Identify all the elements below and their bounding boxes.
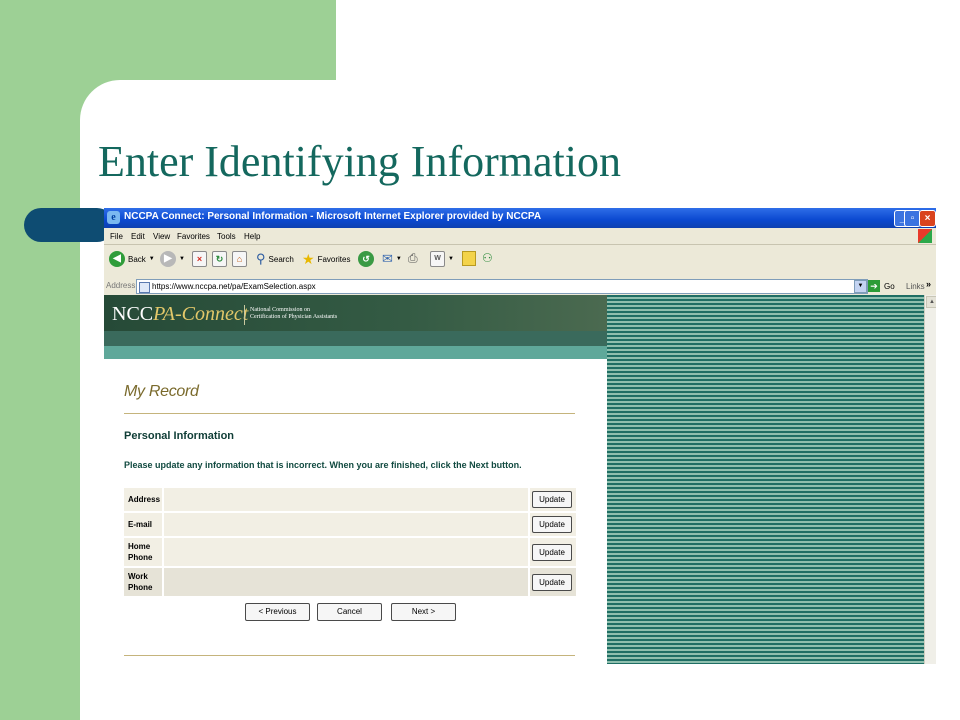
window-title: NCCPA Connect: Personal Information - Mi…: [124, 211, 542, 222]
address-bar: Address https://www.nccpa.net/pa/ExamSel…: [104, 277, 936, 296]
address-input[interactable]: https://www.nccpa.net/pa/ExamSelection.a…: [136, 279, 868, 294]
table-row: Home Phone Update: [124, 538, 576, 566]
go-arrow-icon[interactable]: ➔: [868, 280, 880, 292]
refresh-button[interactable]: ↻: [212, 251, 227, 267]
cancel-button[interactable]: Cancel: [317, 603, 382, 621]
next-button[interactable]: Next >: [391, 603, 456, 621]
row-value: [164, 538, 528, 566]
previous-button[interactable]: < Previous: [245, 603, 310, 621]
back-arrow-icon: ◀: [109, 251, 125, 267]
page-side-pattern: [607, 295, 924, 664]
search-icon: ⚲: [256, 251, 266, 266]
mail-icon: ✉: [382, 251, 393, 266]
stop-icon: ×: [192, 251, 207, 267]
forward-button[interactable]: ▶ ▼: [160, 251, 185, 267]
banner-divider: [244, 305, 245, 325]
page-scrollbar[interactable]: ▲: [924, 295, 936, 664]
address-url: https://www.nccpa.net/pa/ExamSelection.a…: [152, 282, 316, 291]
slide-title: Enter Identifying Information: [98, 137, 621, 186]
refresh-icon: ↻: [212, 251, 227, 267]
menu-help[interactable]: Help: [244, 232, 260, 241]
row-label: Work: [128, 572, 148, 581]
discuss-button[interactable]: [462, 251, 476, 266]
messenger-icon: ⚇: [482, 251, 493, 265]
page-icon: [139, 282, 150, 293]
row-label: Address: [128, 495, 161, 504]
chevron-down-icon: ▼: [395, 256, 402, 262]
messenger-button[interactable]: ⚇: [482, 251, 493, 265]
row-value: [164, 513, 528, 536]
section-title: My Record: [124, 383, 199, 400]
section-divider: [124, 413, 575, 414]
row-value: [164, 488, 528, 511]
form-content: My Record Personal Information Please up…: [104, 359, 607, 664]
links-label[interactable]: Links: [906, 282, 925, 291]
back-button[interactable]: ◀ Back ▼: [109, 251, 155, 267]
window-titlebar: e NCCPA Connect: Personal Information - …: [104, 208, 936, 228]
form-instructions: Please update any information that is in…: [124, 460, 522, 470]
print-button[interactable]: ⎙: [408, 251, 418, 266]
forward-arrow-icon: ▶: [160, 251, 176, 267]
windows-logo-icon: [918, 229, 932, 243]
update-home-phone-button[interactable]: Update: [532, 544, 572, 561]
site-logo: NCCPA-Connect: [112, 303, 249, 325]
update-address-button[interactable]: Update: [532, 491, 572, 508]
chevron-down-icon: ▼: [448, 256, 454, 262]
close-button[interactable]: ×: [919, 210, 936, 227]
history-button[interactable]: ↺: [358, 251, 374, 267]
links-chevron-icon[interactable]: »: [926, 279, 931, 289]
menu-tools[interactable]: Tools: [217, 232, 236, 241]
address-label: Address: [106, 281, 136, 290]
favorites-label: Favorites: [317, 255, 351, 264]
search-label: Search: [268, 254, 294, 264]
site-subtitle: National Commission on Certification of P…: [250, 307, 338, 320]
stop-button[interactable]: ×: [192, 251, 207, 267]
favorites-button[interactable]: ★ Favorites: [302, 251, 350, 268]
table-row: E-mail Update: [124, 513, 576, 536]
row-value: [164, 568, 528, 596]
menu-view[interactable]: View: [153, 232, 170, 241]
update-email-button[interactable]: Update: [532, 516, 572, 533]
menu-bar: File Edit View Favorites Tools Help: [104, 228, 936, 245]
menu-file[interactable]: File: [110, 232, 123, 241]
update-work-phone-button[interactable]: Update: [532, 574, 572, 591]
row-label: Phone: [128, 583, 153, 592]
mail-button[interactable]: ✉ ▼: [382, 251, 402, 267]
slide-accent-pill: [24, 208, 114, 242]
chevron-down-icon: ▼: [179, 256, 185, 262]
form-heading: Personal Information: [124, 430, 235, 442]
banner-stripe-light: [104, 346, 607, 359]
note-icon: [462, 251, 476, 266]
search-button[interactable]: ⚲ Search: [256, 251, 294, 267]
menu-favorites[interactable]: Favorites: [177, 232, 210, 241]
print-icon: ⎙: [408, 251, 418, 265]
footer-divider: [124, 655, 575, 656]
edit-icon: W: [430, 251, 445, 267]
home-icon: ⌂: [232, 251, 247, 267]
edit-button[interactable]: W ▼: [430, 251, 454, 267]
history-icon: ↺: [358, 251, 374, 267]
back-label: Back: [128, 254, 146, 264]
menu-edit[interactable]: Edit: [131, 232, 145, 241]
site-banner: NCCPA-Connect National Commission on Cert…: [104, 295, 607, 331]
row-label: Home: [128, 542, 151, 551]
table-row: Address Update: [124, 488, 576, 511]
table-row: Work Phone Update: [124, 568, 576, 596]
go-button[interactable]: Go: [884, 282, 895, 291]
browser-window: e NCCPA Connect: Personal Information - …: [104, 208, 936, 664]
ie-logo-icon: e: [107, 211, 120, 224]
banner-stripe-dark: [104, 331, 607, 346]
chevron-down-icon: ▼: [148, 256, 155, 262]
favorites-star-icon: ★: [302, 251, 315, 267]
web-page: NCCPA-Connect National Commission on Cert…: [104, 295, 924, 664]
scroll-up-icon[interactable]: ▲: [926, 296, 936, 308]
row-label: E-mail: [128, 520, 153, 529]
browser-toolbar: ◀ Back ▼ ▶ ▼ × ↻ ⌂ ⚲ Search ★ Favorites …: [104, 245, 936, 278]
row-label: Phone: [128, 553, 153, 562]
address-dropdown-icon[interactable]: ▼: [854, 280, 867, 293]
home-button[interactable]: ⌂: [232, 251, 247, 267]
